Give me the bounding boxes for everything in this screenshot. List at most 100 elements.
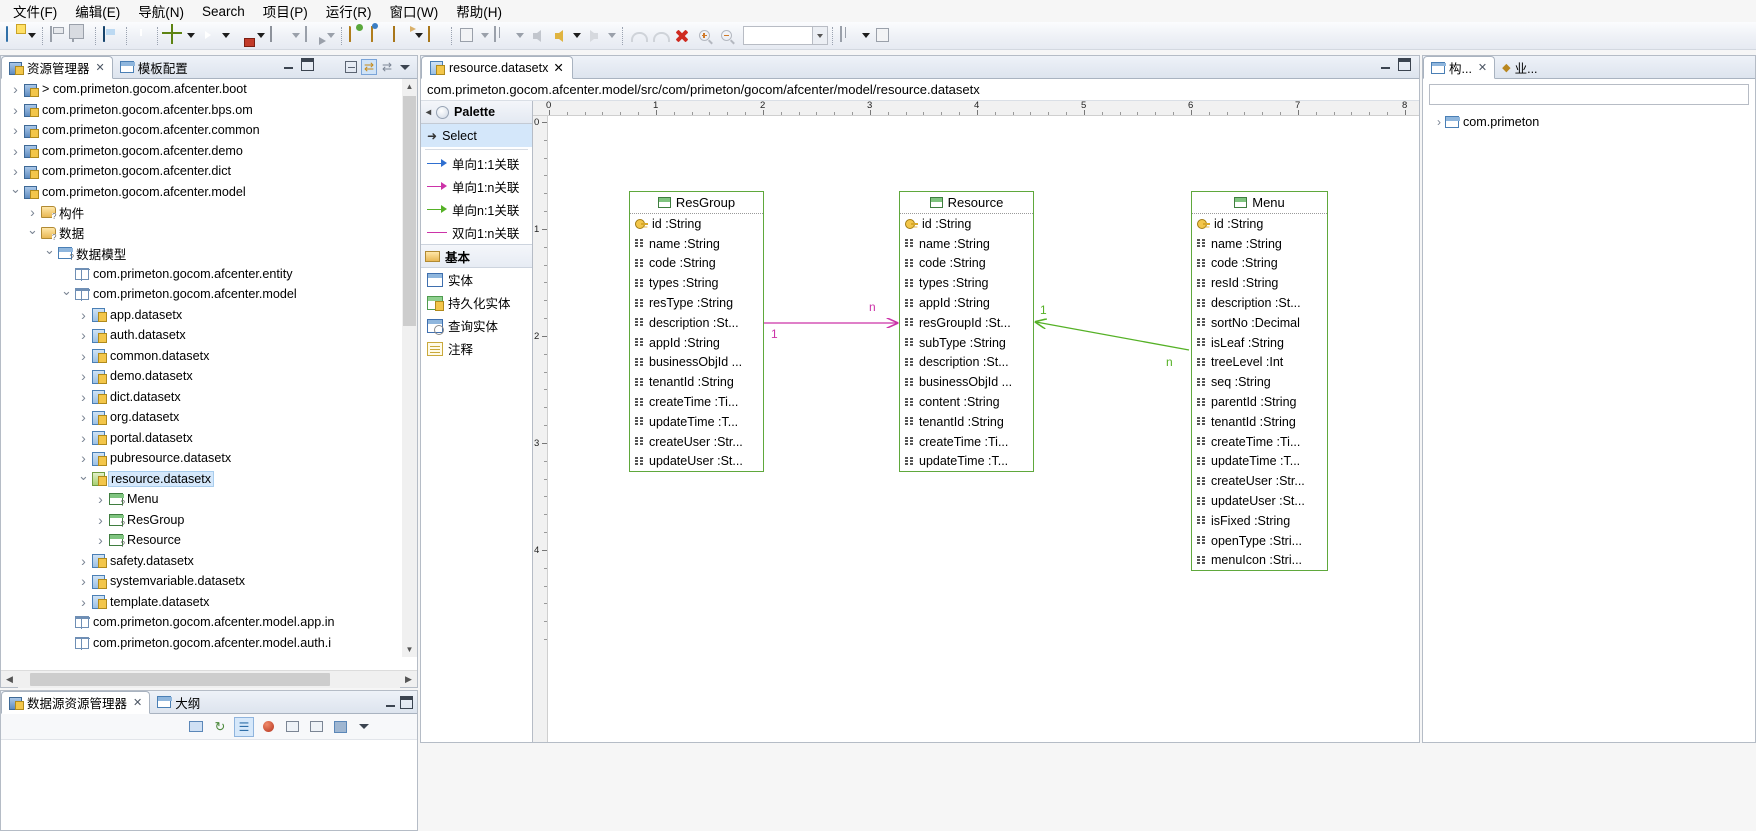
server-start-icon[interactable] bbox=[131, 25, 153, 47]
prev-edit-dropdown-icon[interactable] bbox=[570, 25, 583, 47]
refresh-icon[interactable]: ⇄ bbox=[379, 59, 395, 75]
menu-file[interactable]: 文件(F) bbox=[4, 0, 66, 23]
expander-closed-icon[interactable] bbox=[77, 553, 90, 569]
forward-icon[interactable] bbox=[583, 25, 605, 47]
entity-attribute[interactable]: resGroupId :St... bbox=[900, 313, 1033, 333]
palette-tool-select[interactable]: ➜ Select bbox=[421, 124, 532, 147]
tree-item[interactable]: com.primeton.gocom.afcenter.model bbox=[1, 182, 417, 203]
palette-tool-persistent-entity[interactable]: 持久化实体 bbox=[421, 291, 532, 314]
entity-attribute[interactable]: menuIcon :Stri... bbox=[1192, 551, 1327, 571]
new-connection-icon[interactable] bbox=[186, 717, 206, 737]
entity-attribute[interactable]: seq :String bbox=[1192, 372, 1327, 392]
back-icon[interactable] bbox=[526, 25, 548, 47]
tree-item[interactable]: 数据 bbox=[1, 223, 417, 244]
collapse-all-icon[interactable] bbox=[343, 59, 359, 75]
open-resource-icon[interactable] bbox=[368, 25, 390, 47]
expander-closed-icon[interactable] bbox=[77, 389, 90, 405]
entity-attribute[interactable]: updateUser :St... bbox=[630, 452, 763, 472]
entity-attribute[interactable]: parentId :String bbox=[1192, 392, 1327, 412]
expander-closed-icon[interactable] bbox=[77, 573, 90, 589]
tree-item[interactable]: 构件 bbox=[1, 202, 417, 223]
scroll-thumb[interactable] bbox=[403, 96, 416, 326]
tab-resource-explorer[interactable]: 资源管理器 ✕ bbox=[1, 56, 113, 79]
redo-icon[interactable] bbox=[649, 25, 671, 47]
run-icon[interactable] bbox=[197, 25, 219, 47]
previous-annotation-dropdown-icon[interactable] bbox=[513, 25, 526, 47]
new-icon[interactable] bbox=[3, 25, 25, 47]
palette-tool-uni-1-1[interactable]: 单向1:1关联 bbox=[421, 152, 532, 175]
expander-closed-icon[interactable] bbox=[77, 450, 90, 466]
component-search-input[interactable] bbox=[1429, 84, 1749, 105]
zoom-level-input[interactable] bbox=[743, 26, 813, 45]
entity-attribute[interactable]: description :St... bbox=[1192, 293, 1327, 313]
marker-icon[interactable] bbox=[390, 25, 412, 47]
zoom-out-icon[interactable] bbox=[715, 25, 737, 47]
explorer-horizontal-scrollbar[interactable]: ◀ ▶ bbox=[1, 670, 417, 687]
entity-attribute[interactable]: isLeaf :String bbox=[1192, 333, 1327, 353]
diagram-canvas[interactable]: 1 n 1 n ResGroupid :Stringname :Stringco… bbox=[549, 117, 1419, 742]
minimize-icon[interactable] bbox=[1380, 58, 1393, 71]
tab-resource-datasetx[interactable]: resource.datasetx ✕ bbox=[421, 56, 573, 79]
terminate-dropdown-icon[interactable] bbox=[324, 25, 337, 47]
stop-dropdown-icon[interactable] bbox=[289, 25, 302, 47]
expander-closed-icon[interactable] bbox=[77, 307, 90, 323]
expander-open-icon[interactable] bbox=[77, 471, 90, 487]
view-menu-icon[interactable] bbox=[354, 717, 374, 737]
entity-attribute[interactable]: resType :String bbox=[630, 293, 763, 313]
expander-closed-icon[interactable] bbox=[77, 368, 90, 384]
entity-attribute[interactable]: name :String bbox=[900, 234, 1033, 254]
entity-attribute[interactable]: appId :String bbox=[630, 333, 763, 353]
pin-editor-icon[interactable] bbox=[872, 25, 894, 47]
expander-closed-icon[interactable] bbox=[9, 122, 22, 138]
minimize-icon[interactable] bbox=[385, 696, 398, 709]
forward-dropdown-icon[interactable] bbox=[605, 25, 618, 47]
tree-item[interactable]: com.primeton.gocom.afcenter.demo bbox=[1, 141, 417, 162]
tree-item[interactable]: template.datasetx bbox=[1, 592, 417, 613]
entity-attribute[interactable]: updateTime :T... bbox=[1192, 452, 1327, 472]
save-all-icon[interactable] bbox=[69, 25, 91, 47]
ping-icon[interactable] bbox=[258, 717, 278, 737]
next-annotation-dropdown-icon[interactable] bbox=[478, 25, 491, 47]
entity-attribute[interactable]: createTime :Ti... bbox=[900, 432, 1033, 452]
tab-datasource-explorer[interactable]: 数据源资源管理器 ✕ bbox=[1, 691, 150, 714]
view-menu-icon[interactable] bbox=[397, 59, 413, 75]
collapse-palette-icon[interactable]: ◂ bbox=[426, 107, 431, 118]
palette-tool-query-entity[interactable]: 查询实体 bbox=[421, 314, 532, 337]
expander-closed-icon[interactable]: › bbox=[1437, 115, 1441, 129]
menu-project[interactable]: 项目(P) bbox=[254, 0, 317, 23]
console-icon[interactable] bbox=[100, 25, 122, 47]
tree-item[interactable]: org.datasetx bbox=[1, 407, 417, 428]
entity-attribute[interactable]: updateTime :T... bbox=[900, 452, 1033, 472]
expander-closed-icon[interactable] bbox=[77, 327, 90, 343]
expander-closed-icon[interactable] bbox=[9, 102, 22, 118]
menu-window[interactable]: 窗口(W) bbox=[381, 0, 448, 23]
entity-attribute[interactable]: createTime :Ti... bbox=[1192, 432, 1327, 452]
entity-attribute[interactable]: createUser :Str... bbox=[630, 432, 763, 452]
entity-attribute[interactable]: treeLevel :Int bbox=[1192, 353, 1327, 373]
expander-closed-icon[interactable] bbox=[77, 348, 90, 364]
next-annotation-icon[interactable] bbox=[456, 25, 478, 47]
expander-closed-icon[interactable] bbox=[9, 163, 22, 179]
entity-attribute[interactable]: createUser :Str... bbox=[1192, 471, 1327, 491]
entity-box[interactable]: ResGroupid :Stringname :Stringcode :Stri… bbox=[629, 191, 764, 472]
maximize-icon[interactable] bbox=[1398, 58, 1411, 71]
refresh-connection-icon[interactable]: ↻ bbox=[210, 717, 230, 737]
run-external-dropdown-icon[interactable] bbox=[254, 25, 267, 47]
palette-tool-uni-n-1[interactable]: 单向n:1关联 bbox=[421, 198, 532, 221]
entity-attribute[interactable]: tenantId :String bbox=[900, 412, 1033, 432]
tree-item[interactable]: 数据模型 bbox=[1, 243, 417, 264]
entity-attribute[interactable]: subType :String bbox=[900, 333, 1033, 353]
expander-open-icon[interactable] bbox=[43, 245, 56, 261]
tree-item[interactable]: com.primeton.gocom.afcenter.model.comm bbox=[1, 653, 417, 657]
run-dropdown-icon[interactable] bbox=[219, 25, 232, 47]
previous-annotation-icon[interactable] bbox=[491, 25, 513, 47]
palette-layout-icon[interactable] bbox=[837, 25, 859, 47]
tree-item[interactable]: auth.datasetx bbox=[1, 325, 417, 346]
tree-item[interactable]: ResGroup bbox=[1, 510, 417, 531]
close-icon[interactable]: ✕ bbox=[553, 60, 563, 75]
run-external-icon[interactable] bbox=[232, 25, 254, 47]
tree-item[interactable]: > com.primeton.gocom.afcenter.boot bbox=[1, 79, 417, 100]
entity-attribute[interactable]: updateTime :T... bbox=[630, 412, 763, 432]
entity-attribute[interactable]: types :String bbox=[630, 273, 763, 293]
open-folder-icon[interactable] bbox=[425, 25, 447, 47]
